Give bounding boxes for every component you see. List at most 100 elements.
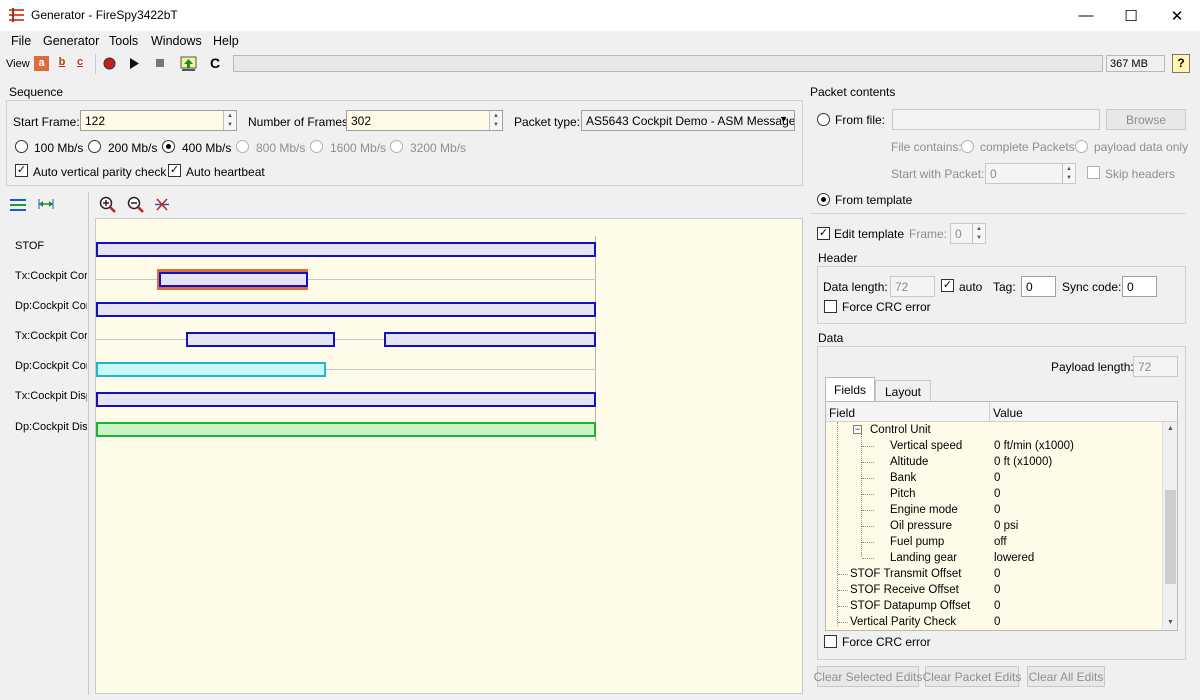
frame-label: Frame:: [909, 227, 948, 241]
menu-help[interactable]: Help: [213, 34, 239, 48]
tab-layout[interactable]: Layout: [875, 380, 931, 401]
tab-fields[interactable]: Fields: [825, 377, 875, 401]
view-tab-a[interactable]: a: [34, 56, 49, 71]
view-tab-b[interactable]: b: [56, 56, 68, 71]
timeline-bar-dp-display[interactable]: [96, 422, 596, 437]
data-force-crc-label: Force CRC error: [842, 635, 931, 649]
timeline-bar-tx-cockpit[interactable]: [159, 272, 308, 287]
field-value: 0 ft/min (x1000): [994, 440, 1074, 452]
clear-packet-edits-button[interactable]: Clear Packet Edits: [923, 666, 1021, 687]
from-file-radio[interactable]: [817, 113, 830, 126]
record-icon[interactable]: [103, 57, 116, 70]
fields-scrollbar[interactable]: ▲ ▼: [1162, 422, 1177, 630]
table-header: Field Value: [826, 402, 1177, 422]
clear-all-edits-button[interactable]: Clear All Edits: [1027, 666, 1105, 687]
speed-3200-radio[interactable]: [390, 140, 403, 153]
header-title: Header: [818, 251, 858, 265]
payload-length-input[interactable]: 72: [1133, 356, 1178, 377]
zoom-reset-icon[interactable]: [154, 198, 170, 211]
timeline-bar-tx-display[interactable]: [96, 392, 596, 407]
stop-icon[interactable]: [155, 58, 165, 68]
start-with-spinner[interactable]: ▲ ▼: [1062, 164, 1075, 183]
menu-generator[interactable]: Generator: [43, 34, 99, 48]
clear-selected-edits-button[interactable]: Clear Selected Edits: [814, 666, 922, 687]
num-frames-input[interactable]: 302 ▲ ▼: [346, 110, 503, 131]
speed-100-radio[interactable]: [15, 140, 28, 153]
upload-icon[interactable]: [180, 55, 197, 72]
from-template-label: From template: [835, 193, 913, 207]
help-icon[interactable]: ?: [1172, 54, 1190, 73]
from-template-radio[interactable]: [817, 193, 830, 206]
start-frame-spinner[interactable]: ▲ ▼: [223, 111, 236, 130]
zoom-in-icon[interactable]: [99, 196, 116, 213]
splitter[interactable]: [88, 192, 89, 695]
scroll-down-icon[interactable]: ▼: [1163, 616, 1178, 630]
view-tab-c[interactable]: c: [74, 56, 86, 71]
column-divider[interactable]: [989, 402, 990, 422]
menu-windows[interactable]: Windows: [151, 34, 202, 48]
field-value: 0 psi: [994, 520, 1019, 532]
menu-file[interactable]: File: [11, 34, 31, 48]
speed-800-radio[interactable]: [236, 140, 249, 153]
timeline-row-label: Tx:Cockpit Cor: [15, 330, 87, 342]
timeline-bar-tx-cockpit-2b[interactable]: [384, 332, 596, 347]
timeline-bar-stof[interactable]: [96, 242, 596, 257]
timeline-bar-dp-cockpit-2[interactable]: [96, 362, 326, 377]
timeline-canvas[interactable]: [95, 218, 803, 694]
zoom-out-icon[interactable]: [127, 196, 144, 213]
menu-tools[interactable]: Tools: [109, 34, 138, 48]
file-path-input[interactable]: [892, 109, 1100, 130]
collapse-icon[interactable]: −: [853, 425, 862, 434]
tree-line: [838, 574, 848, 575]
payload-only-radio[interactable]: [1075, 140, 1088, 153]
field-name: Bank: [890, 472, 917, 484]
browse-button[interactable]: Browse: [1106, 109, 1186, 130]
scroll-up-icon[interactable]: ▲: [1163, 422, 1178, 436]
field-value: 0: [994, 488, 1001, 500]
speed-3200-label: 3200 Mb/s: [410, 141, 467, 155]
column-header-value[interactable]: Value: [993, 406, 1023, 420]
view-label: View: [6, 58, 30, 70]
timeline-row-label: Dp:Cockpit Disp: [15, 421, 87, 433]
progress-bar: [233, 55, 1103, 72]
timeline-bar-tx-cockpit-2a[interactable]: [186, 332, 335, 347]
column-header-field[interactable]: Field: [829, 406, 855, 420]
speed-1600-radio[interactable]: [310, 140, 323, 153]
speed-200-radio[interactable]: [88, 140, 101, 153]
edit-template-checkbox[interactable]: ✓: [817, 227, 830, 240]
start-with-input[interactable]: 0 ▲ ▼: [985, 163, 1076, 184]
skip-headers-checkbox[interactable]: [1087, 166, 1100, 179]
close-icon: ✕: [1170, 7, 1184, 25]
tree-line: [862, 478, 874, 479]
minimize-button[interactable]: —: [1063, 0, 1109, 31]
header-force-crc-checkbox[interactable]: [824, 300, 837, 313]
data-title: Data: [818, 331, 844, 345]
field-name: STOF Transmit Offset: [850, 568, 962, 580]
scroll-thumb[interactable]: [1165, 490, 1176, 584]
data-length-input[interactable]: 72: [890, 276, 935, 297]
sync-code-input[interactable]: 0: [1122, 276, 1157, 297]
maximize-button[interactable]: ☐: [1108, 0, 1154, 31]
auto-heartbeat-checkbox[interactable]: ✓: [168, 164, 181, 177]
speed-400-radio[interactable]: [162, 140, 175, 153]
data-force-crc-checkbox[interactable]: [824, 635, 837, 648]
frame-input[interactable]: 0 ▲ ▼: [950, 223, 986, 244]
complete-packets-radio[interactable]: [961, 140, 974, 153]
fields-tree[interactable]: − Control Unit Vertical speed 0 ft/min (x…: [826, 422, 1162, 630]
auto-parity-checkbox[interactable]: ✓: [15, 164, 28, 177]
start-frame-input[interactable]: 122 ▲ ▼: [80, 110, 237, 131]
num-frames-spinner[interactable]: ▲ ▼: [489, 111, 502, 130]
track-settings-icon[interactable]: [9, 197, 27, 212]
c-button[interactable]: C: [210, 55, 220, 71]
fit-width-icon[interactable]: [38, 198, 54, 210]
field-name: Fuel pump: [890, 536, 945, 548]
start-with-value: 0: [990, 167, 997, 181]
frame-spinner[interactable]: ▲ ▼: [972, 224, 985, 243]
packet-type-select[interactable]: AS5643 Cockpit Demo - ASM Message ▼: [581, 110, 795, 131]
tag-input[interactable]: 0: [1021, 276, 1056, 297]
play-icon[interactable]: [128, 57, 140, 70]
auto-length-checkbox[interactable]: ✓: [941, 279, 954, 292]
tree-line: [862, 510, 874, 511]
close-button[interactable]: ✕: [1154, 0, 1200, 31]
timeline-bar-dp-cockpit[interactable]: [96, 302, 596, 317]
